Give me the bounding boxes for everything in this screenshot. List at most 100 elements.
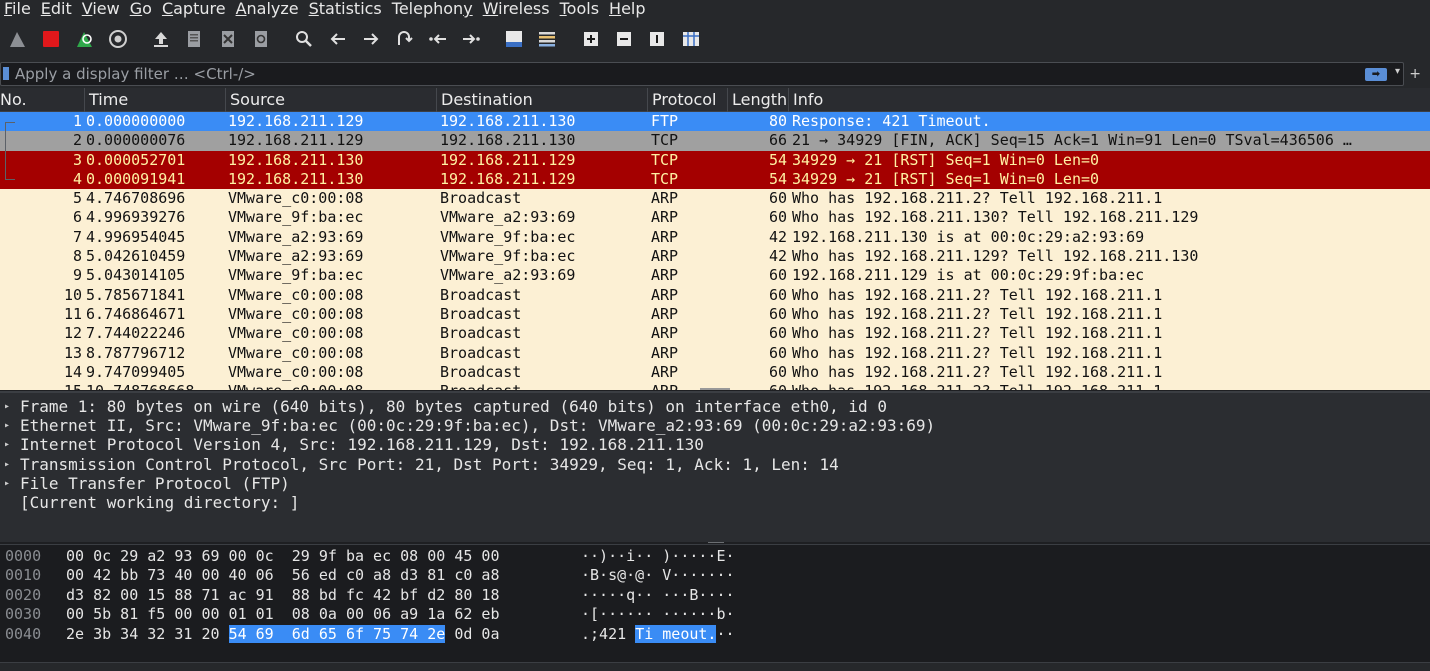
reload-file-icon[interactable]	[246, 24, 276, 54]
resize-columns-icon[interactable]	[676, 24, 706, 54]
detail-tree-text: Frame 1: 80 bytes on wire (640 bits), 80…	[20, 397, 887, 416]
auto-scroll-icon[interactable]	[499, 24, 529, 54]
first-packet-icon[interactable]	[423, 24, 453, 54]
open-file-icon[interactable]	[146, 24, 176, 54]
menu-item[interactable]: Telephony	[387, 0, 478, 18]
packet-cell-source: VMware_c0:00:08	[228, 304, 364, 323]
packet-row[interactable]: 9 5.043014105 VMware_9f:ba:ec VMware_a2:93:…	[0, 266, 1430, 286]
menu-item[interactable]: Analyze	[231, 0, 304, 18]
packet-cell-destination: VMware_9f:ba:ec	[440, 247, 576, 266]
zoom-in-icon[interactable]	[576, 24, 606, 54]
packet-row[interactable]: 2 0.000000076 192.168.211.129 192.168.211.1…	[0, 131, 1430, 151]
column-header-time[interactable]: Time	[84, 88, 225, 112]
packet-row[interactable]: 11 6.746864671 VMware_c0:00:08 Broadcast ARP…	[0, 304, 1430, 325]
bytes-ascii[interactable]: ·[······ ······b·	[581, 605, 735, 624]
expand-arrow-icon[interactable]: ▸	[4, 455, 10, 474]
packet-row[interactable]: 7 4.996954045 VMware_a2:93:69 VMware_9f:ba:…	[0, 227, 1430, 248]
find-packet-icon[interactable]	[289, 24, 319, 54]
packet-row[interactable]: 3 0.000052701 192.168.211.130 192.168.211.1…	[0, 150, 1430, 170]
packet-list-scroll-handle[interactable]	[700, 388, 730, 390]
bytes-ascii-part: ·B·s@·@· V·······	[581, 566, 735, 585]
menu-accelerator: y	[463, 0, 473, 18]
bytes-line: 0030 00 5b 81 f5 00 00 01 01 08 0a 00 06 …	[0, 605, 1430, 624]
restart-capture-icon[interactable]	[70, 24, 100, 54]
stop-capture-icon[interactable]	[36, 24, 66, 54]
packet-row[interactable]: 13 8.787796712 VMware_c0:00:08 Broadcast ARP…	[0, 343, 1430, 363]
column-header-protocol[interactable]: Protocol	[647, 88, 727, 112]
close-file-icon[interactable]	[213, 24, 243, 54]
menu-item[interactable]: View	[77, 0, 125, 18]
packet-cell-time: 5.043014105	[86, 266, 186, 285]
menu-item[interactable]: Go	[125, 0, 157, 18]
bytes-ascii[interactable]: ·····q·· ···B····	[581, 586, 735, 605]
display-filter-input[interactable]	[15, 64, 1355, 84]
filter-bookmark-icon[interactable]	[3, 67, 9, 80]
detail-tree-item[interactable]: ▸ Internet Protocol Version 4, Src: 192.1…	[0, 435, 1430, 454]
bytes-hex[interactable]: 00 0c 29 a2 93 69 00 0c 29 9f ba ec 08 0…	[66, 547, 499, 566]
packet-row[interactable]: 14 9.747099405 VMware_c0:00:08 Broadcast ARP…	[0, 362, 1430, 383]
expand-arrow-icon[interactable]: ▸	[4, 397, 10, 416]
detail-tree-item[interactable]: ▸ Frame 1: 80 bytes on wire (640 bits), 8…	[0, 397, 1430, 416]
packet-row[interactable]: 5 4.746708696 VMware_c0:00:08 Broadcast ARP 6…	[0, 189, 1430, 209]
detail-tree-item[interactable]: ▸ Ethernet II, Src: VMware_9f:ba:ec (00:0…	[0, 416, 1430, 435]
pane-splitter-handle[interactable]	[708, 542, 724, 543]
menu-item[interactable]: Tools	[555, 0, 604, 18]
bytes-ascii[interactable]: ··)··i·· )·····E·	[581, 547, 735, 566]
bytes-hex[interactable]: d3 82 00 15 88 71 ac 91 88 bd fc 42 bf d…	[66, 586, 499, 605]
display-filter-bar: ➡ ▾ +	[0, 60, 1430, 88]
packet-cell-source: VMware_c0:00:08	[228, 324, 364, 343]
bytes-ascii[interactable]: ·B·s@·@· V·······	[581, 566, 735, 585]
column-header-no[interactable]: No.	[0, 88, 84, 112]
shark-fin-icon[interactable]	[3, 24, 33, 54]
packet-row[interactable]: 1 0.000000000 192.168.211.129 192.168.211.1…	[0, 112, 1430, 132]
bytes-hex[interactable]: 00 5b 81 f5 00 00 01 01 08 0a 00 06 a9 1…	[66, 605, 499, 624]
packet-row[interactable]: 12 7.744022246 VMware_c0:00:08 Broadcast ARP…	[0, 324, 1430, 344]
expand-arrow-icon[interactable]: ▸	[4, 435, 10, 454]
save-file-icon[interactable]	[179, 24, 209, 54]
menu-item[interactable]: Capture	[157, 0, 231, 18]
packet-cell-length: 60	[768, 343, 787, 362]
menu-item[interactable]: Wireless	[478, 0, 555, 18]
packet-cell-protocol: TCP	[651, 169, 679, 188]
bytes-ascii-part: ··)··i·· )·····E·	[581, 547, 735, 565]
last-packet-icon[interactable]	[456, 24, 486, 54]
column-header-length[interactable]: Length	[727, 88, 788, 112]
bytes-line: 0020 d3 82 00 15 88 71 ac 91 88 bd fc 42 …	[0, 586, 1430, 605]
column-header-info[interactable]: Info	[788, 88, 1430, 112]
apply-filter-arrow-icon[interactable]: ➡	[1365, 68, 1387, 81]
detail-tree-text: Internet Protocol Version 4, Src: 192.16…	[20, 435, 704, 455]
column-header-source[interactable]: Source	[225, 88, 436, 112]
bytes-ascii[interactable]: .;421 Ti meout.··	[581, 624, 735, 644]
detail-tree-item[interactable]: ▸ File Transfer Protocol (FTP)	[0, 474, 1430, 493]
packet-cell-length: 60	[768, 304, 787, 323]
expand-arrow-icon[interactable]: ▸	[4, 474, 10, 493]
menu-item[interactable]: File	[0, 0, 36, 18]
zoom-out-icon[interactable]	[609, 24, 639, 54]
bytes-hex[interactable]: 00 42 bb 73 40 00 40 06 56 ed c0 a8 d3 8…	[66, 566, 499, 585]
colorize-icon[interactable]	[532, 24, 562, 54]
detail-tree-item[interactable]: ▸ Transmission Control Protocol, Src Port…	[0, 455, 1430, 474]
bytes-hex[interactable]: 2e 3b 34 32 31 20 54 69 6d 65 6f 75 74 2…	[66, 624, 500, 644]
packet-row[interactable]: 8 5.042610459 VMware_a2:93:69 VMware_9f:ba:…	[0, 247, 1430, 267]
go-to-packet-icon[interactable]	[389, 24, 419, 54]
normal-size-icon[interactable]	[642, 24, 672, 54]
menu-item[interactable]: Help	[604, 0, 650, 18]
detail-tree-item[interactable]: [Current working directory: ]	[0, 493, 1430, 512]
packet-cell-source: VMware_c0:00:08	[228, 362, 364, 381]
packet-cell-protocol: ARP	[651, 362, 679, 381]
packet-row[interactable]: 6 4.996939276 VMware_9f:ba:ec VMware_a2:93:…	[0, 208, 1430, 228]
packet-row[interactable]: 4 0.000091941 192.168.211.130 192.168.211.1…	[0, 169, 1430, 190]
go-forward-icon[interactable]	[356, 24, 386, 54]
packet-cell-info: Who has 192.168.211.2? Tell 192.168.211.…	[792, 189, 1163, 208]
add-filter-button-icon[interactable]: +	[1409, 64, 1421, 84]
expand-arrow-icon[interactable]: ▸	[4, 416, 10, 435]
capture-options-icon[interactable]	[103, 24, 133, 54]
packet-cell-time: 6.746864671	[86, 304, 186, 323]
column-header-destination[interactable]: Destination	[436, 88, 647, 112]
filter-history-dropdown-icon[interactable]: ▾	[1395, 66, 1400, 77]
packet-cell-destination: Broadcast	[440, 285, 522, 304]
menu-item[interactable]: Edit	[36, 0, 77, 18]
packet-row[interactable]: 10 5.785671841 VMware_c0:00:08 Broadcast ARP…	[0, 285, 1430, 305]
menu-item[interactable]: Statistics	[304, 0, 387, 18]
go-back-icon[interactable]	[323, 24, 353, 54]
